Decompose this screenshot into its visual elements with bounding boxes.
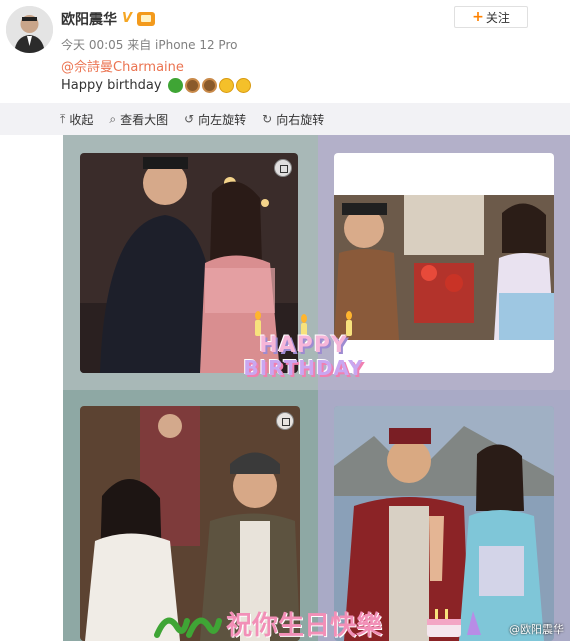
follow-button[interactable]: + 关注 — [454, 6, 528, 28]
cake-sticker-icon — [427, 609, 481, 637]
photo-drama-1 — [334, 153, 554, 373]
rotate-left-icon: ↺ — [184, 112, 195, 126]
candle-decoration — [255, 311, 261, 336]
post-header: 欧阳震华 V + 关注 今天 00:05 来自 iPhone 12 Pro @佘… — [0, 0, 570, 105]
follow-label: 关注 — [485, 10, 510, 25]
avatar[interactable] — [6, 6, 53, 53]
view-large-button[interactable]: ⌕ 查看大图 — [109, 111, 168, 128]
rotate-left-button[interactable]: ↺ 向左旋转 — [184, 111, 246, 128]
candle-decoration — [346, 311, 352, 336]
snake-emoji-icon — [167, 78, 183, 93]
rotate-right-label: 向右旋转 — [276, 112, 325, 127]
plus-icon: + — [472, 9, 484, 25]
search-icon: ⌕ — [109, 111, 117, 126]
face-emoji-icon — [218, 78, 234, 93]
collapse-label: 收起 — [69, 112, 94, 127]
rotate-right-icon: ↻ — [262, 112, 273, 126]
cake-emoji-icon — [184, 78, 200, 93]
expand-icon[interactable] — [276, 412, 294, 430]
post-text-content: Happy birthday — [61, 78, 162, 93]
username-text[interactable]: 欧阳震华 — [61, 9, 117, 29]
username[interactable]: 欧阳震华 V — [61, 9, 155, 29]
collapse-button[interactable]: ⤒ 收起 — [60, 111, 93, 128]
expand-icon[interactable] — [274, 159, 292, 177]
post-image-collage[interactable]: HAPPY BIRTHDAY 祝你生日快樂 @欧阳震华 — [63, 135, 570, 641]
birthday-caption: 祝你生日快樂 — [226, 611, 383, 641]
rotate-right-button[interactable]: ↻ 向右旋转 — [262, 111, 324, 128]
cake-emoji-icon — [201, 78, 217, 93]
post-meta: 今天 00:05 来自 iPhone 12 Pro — [61, 38, 238, 52]
mention-link[interactable]: @佘詩曼Charmaine — [61, 56, 184, 75]
face-emoji-icon — [235, 78, 251, 93]
rotate-left-label: 向左旋转 — [198, 112, 247, 127]
verified-icon: V — [121, 11, 133, 26]
view-large-label: 查看大图 — [120, 112, 169, 127]
vip-member-icon[interactable] — [137, 12, 155, 26]
snake-sticker-icon — [154, 617, 222, 638]
photo-event — [80, 153, 298, 373]
image-toolbar: ⤒ 收起 ⌕ 查看大图 ↺ 向左旋转 ↻ 向右旋转 — [0, 103, 570, 135]
candle-decoration — [301, 314, 307, 339]
image-watermark: @欧阳震华 — [509, 623, 564, 636]
post-text: Happy birthday — [61, 78, 251, 93]
collapse-icon: ⤒ — [60, 111, 66, 126]
